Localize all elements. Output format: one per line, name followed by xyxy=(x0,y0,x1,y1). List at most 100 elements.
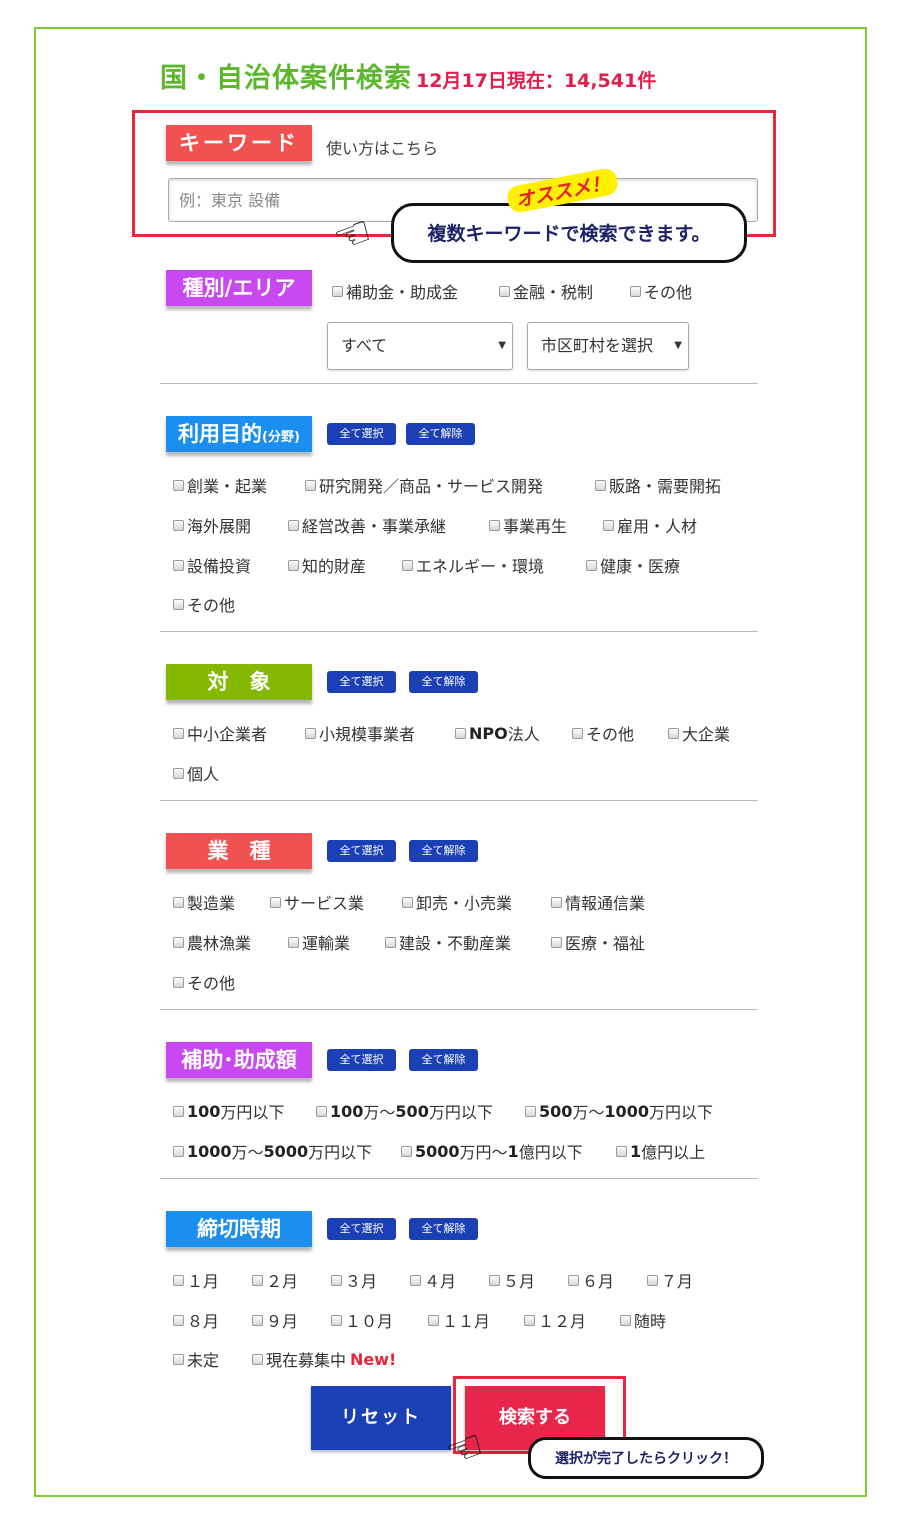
checkbox-icon[interactable] xyxy=(455,727,466,739)
checkbox-icon[interactable] xyxy=(173,936,184,948)
checkbox-icon[interactable] xyxy=(173,479,184,491)
purpose-option[interactable]: 設備投資 xyxy=(173,553,251,577)
target-select-all-button[interactable]: 全て選択 xyxy=(327,671,396,693)
target-option[interactable]: 個人 xyxy=(173,761,219,785)
purpose-option[interactable]: その他 xyxy=(173,592,235,616)
checkbox-icon[interactable] xyxy=(252,1314,263,1326)
deadline-option[interactable]: ４月 xyxy=(410,1268,456,1292)
industry-option[interactable]: 情報通信業 xyxy=(551,890,645,914)
industry-option[interactable]: 医療・福祉 xyxy=(551,930,645,954)
checkbox-icon[interactable] xyxy=(402,559,413,571)
checkbox-icon[interactable] xyxy=(288,559,299,571)
deadline-option[interactable]: １１月 xyxy=(428,1308,490,1332)
target-clear-all-button[interactable]: 全て解除 xyxy=(409,671,478,693)
checkbox-icon[interactable] xyxy=(173,519,184,531)
checkbox-icon[interactable] xyxy=(173,598,184,610)
deadline-option[interactable]: ６月 xyxy=(568,1268,614,1292)
industry-option[interactable]: 製造業 xyxy=(173,890,235,914)
checkbox-icon[interactable] xyxy=(173,1353,184,1365)
checkbox-icon[interactable] xyxy=(568,1274,579,1286)
checkbox-icon[interactable] xyxy=(489,519,500,531)
checkbox-icon[interactable] xyxy=(316,1105,327,1117)
purpose-option[interactable]: 経営改善・事業承継 xyxy=(288,513,446,537)
keyword-help-link[interactable]: 使い方はこちら xyxy=(326,135,438,159)
checkbox-icon[interactable] xyxy=(270,896,281,908)
checkbox-icon[interactable] xyxy=(595,479,606,491)
target-option[interactable]: 大企業 xyxy=(668,721,730,745)
deadline-option[interactable]: １月 xyxy=(173,1268,219,1292)
purpose-option[interactable]: 健康・医療 xyxy=(586,553,680,577)
checkbox-icon[interactable] xyxy=(173,559,184,571)
checkbox-icon[interactable] xyxy=(401,1145,412,1157)
purpose-option[interactable]: 創業・起業 xyxy=(173,473,267,497)
checkbox-icon[interactable] xyxy=(173,1314,184,1326)
prefecture-select[interactable]: すべて ▼ xyxy=(327,322,513,370)
checkbox-icon[interactable] xyxy=(305,479,316,491)
purpose-option[interactable]: エネルギー・環境 xyxy=(402,553,544,577)
deadline-option[interactable]: 随時 xyxy=(620,1308,666,1332)
checkbox-icon[interactable] xyxy=(668,727,679,739)
industry-option[interactable]: 卸売・小売業 xyxy=(402,890,512,914)
target-option[interactable]: 中小企業者 xyxy=(173,721,267,745)
industry-clear-all-button[interactable]: 全て解除 xyxy=(409,840,478,862)
area-option-subsidy[interactable]: 補助金・助成金 xyxy=(332,279,458,303)
industry-option[interactable]: 建設・不動産業 xyxy=(385,930,511,954)
deadline-option[interactable]: ５月 xyxy=(489,1268,535,1292)
checkbox-icon[interactable] xyxy=(525,1105,536,1117)
amount-clear-all-button[interactable]: 全て解除 xyxy=(409,1049,478,1071)
checkbox-icon[interactable] xyxy=(252,1274,263,1286)
amount-option[interactable]: 500 万～ 1000 万円以下 xyxy=(525,1099,713,1123)
amount-select-all-button[interactable]: 全て選択 xyxy=(327,1049,396,1071)
target-option[interactable]: NPO 法人 xyxy=(455,721,540,745)
deadline-option[interactable]: ９月 xyxy=(252,1308,298,1332)
industry-select-all-button[interactable]: 全て選択 xyxy=(327,840,396,862)
checkbox-icon[interactable] xyxy=(173,767,184,779)
checkbox-icon[interactable] xyxy=(551,936,562,948)
industry-option[interactable]: サービス業 xyxy=(270,890,364,914)
checkbox-icon[interactable] xyxy=(173,1105,184,1117)
purpose-option[interactable]: 販路・需要開拓 xyxy=(595,473,721,497)
deadline-option[interactable]: ３月 xyxy=(331,1268,377,1292)
city-select[interactable]: 市区町村を選択 ▼ xyxy=(527,322,689,370)
purpose-select-all-button[interactable]: 全て選択 xyxy=(327,423,396,445)
industry-option[interactable]: 農林漁業 xyxy=(173,930,251,954)
checkbox-icon[interactable] xyxy=(620,1314,631,1326)
deadline-option[interactable]: ８月 xyxy=(173,1308,219,1332)
deadline-option[interactable]: １０月 xyxy=(331,1308,393,1332)
deadline-select-all-button[interactable]: 全て選択 xyxy=(327,1218,396,1240)
checkbox-icon[interactable] xyxy=(410,1274,421,1286)
deadline-clear-all-button[interactable]: 全て解除 xyxy=(409,1218,478,1240)
checkbox-icon[interactable] xyxy=(305,727,316,739)
deadline-option[interactable]: １２月 xyxy=(524,1308,586,1332)
checkbox-icon[interactable] xyxy=(499,285,510,297)
checkbox-icon[interactable] xyxy=(173,896,184,908)
checkbox-icon[interactable] xyxy=(647,1274,658,1286)
checkbox-icon[interactable] xyxy=(173,1274,184,1286)
reset-button[interactable]: リセット xyxy=(311,1386,451,1450)
checkbox-icon[interactable] xyxy=(402,896,413,908)
checkbox-icon[interactable] xyxy=(428,1314,439,1326)
target-option[interactable]: その他 xyxy=(572,721,634,745)
checkbox-icon[interactable] xyxy=(572,727,583,739)
area-option-finance[interactable]: 金融・税制 xyxy=(499,279,593,303)
amount-option[interactable]: 1 億円以上 xyxy=(616,1139,705,1163)
checkbox-icon[interactable] xyxy=(524,1314,535,1326)
industry-option[interactable]: その他 xyxy=(173,970,235,994)
target-option[interactable]: 小規模事業者 xyxy=(305,721,415,745)
checkbox-icon[interactable] xyxy=(288,936,299,948)
checkbox-icon[interactable] xyxy=(603,519,614,531)
deadline-option[interactable]: 未定 xyxy=(173,1347,219,1371)
amount-option[interactable]: 5000 万円～ 1 億円以下 xyxy=(401,1139,583,1163)
amount-option[interactable]: 1000 万～ 5000 万円以下 xyxy=(173,1139,372,1163)
checkbox-icon[interactable] xyxy=(586,559,597,571)
deadline-option[interactable]: 現在募集中 New! xyxy=(252,1347,396,1371)
industry-option[interactable]: 運輸業 xyxy=(288,930,350,954)
checkbox-icon[interactable] xyxy=(173,727,184,739)
purpose-option[interactable]: 雇用・人材 xyxy=(603,513,697,537)
checkbox-icon[interactable] xyxy=(173,1145,184,1157)
checkbox-icon[interactable] xyxy=(489,1274,500,1286)
checkbox-icon[interactable] xyxy=(551,896,562,908)
purpose-option[interactable]: 研究開発／商品・サービス開発 xyxy=(305,473,543,497)
area-option-other[interactable]: その他 xyxy=(630,279,692,303)
checkbox-icon[interactable] xyxy=(173,976,184,988)
